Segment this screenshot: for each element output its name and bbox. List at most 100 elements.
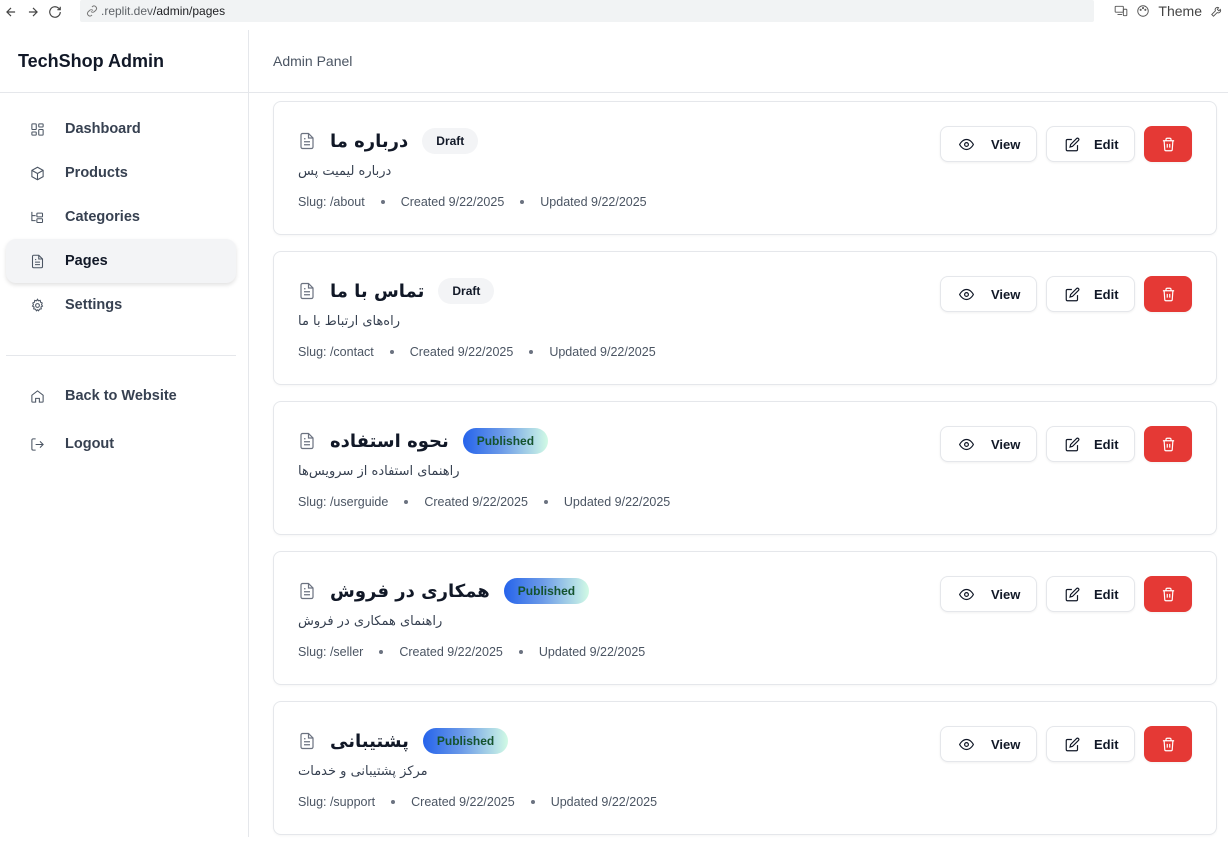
separator-dot	[520, 200, 525, 204]
delete-button[interactable]	[1144, 276, 1192, 312]
card-actions: View Edit	[940, 276, 1192, 312]
page-title: تماس با ما	[330, 280, 425, 302]
page-meta: Slug: /seller Created 9/22/2025 Updated …	[298, 645, 645, 659]
trash-icon	[1162, 287, 1174, 301]
sidebar-item-label: Logout	[65, 436, 115, 452]
edit-label: Edit	[1094, 736, 1119, 752]
sidebar-item-dashboard[interactable]: Dashboard	[6, 107, 236, 151]
status-badge: Published	[503, 578, 590, 604]
view-label: View	[991, 736, 1021, 752]
page-title: نحوه استفاده	[330, 430, 449, 452]
page-created: Created 9/22/2025	[424, 495, 528, 509]
header-title: Admin Panel	[273, 53, 353, 69]
trash-icon	[1162, 437, 1174, 451]
page-description: مرکز پشتیبانی و خدمات	[298, 764, 428, 779]
view-button[interactable]: View	[940, 726, 1037, 762]
reload-button[interactable]	[44, 1, 66, 23]
delete-button[interactable]	[1144, 726, 1192, 762]
page-created: Created 9/22/2025	[409, 345, 514, 359]
back-to-website-link[interactable]: Back to Website	[6, 372, 236, 420]
reload-icon	[49, 5, 61, 18]
sidebar-divider	[6, 355, 236, 356]
delete-button[interactable]	[1144, 576, 1192, 612]
edit-label: Edit	[1094, 136, 1119, 152]
view-label: View	[991, 286, 1021, 302]
view-button[interactable]: View	[940, 126, 1037, 162]
sidebar-item-pages[interactable]: Pages	[6, 239, 236, 283]
sidebar-item-label: Products	[65, 165, 128, 181]
page-slug: Slug: /about	[298, 195, 365, 209]
page-slug: Slug: /support	[298, 795, 376, 809]
page-description: راهنمای استفاده از سرویس‌ها	[298, 464, 460, 479]
separator-dot	[379, 650, 384, 654]
page-meta: Slug: /contact Created 9/22/2025 Updated…	[298, 345, 656, 359]
page-card: همکاری در فروش Published راهنمای همکاری …	[273, 551, 1217, 685]
sidebar-item-settings[interactable]: Settings	[6, 283, 236, 327]
logout-button[interactable]: Logout	[6, 420, 236, 468]
view-button[interactable]: View	[940, 576, 1037, 612]
card-actions: View Edit	[940, 126, 1192, 162]
wrench-icon[interactable]	[1210, 4, 1224, 18]
devices-icon[interactable]	[1114, 4, 1128, 18]
sidebar-item-label: Categories	[65, 209, 140, 225]
sidebar-item-products[interactable]: Products	[6, 151, 236, 195]
page-slug: Slug: /userguide	[298, 495, 389, 509]
delete-button[interactable]	[1144, 126, 1192, 162]
sidebar-item-categories[interactable]: Categories	[6, 195, 236, 239]
separator-dot	[530, 800, 535, 804]
edit-button[interactable]: Edit	[1046, 726, 1135, 762]
edit-icon	[1065, 437, 1080, 451]
delete-button[interactable]	[1144, 426, 1192, 462]
status-badge: Published	[462, 428, 549, 454]
page-updated: Updated 9/22/2025	[563, 495, 671, 509]
view-button[interactable]: View	[940, 426, 1037, 462]
page-meta: Slug: /support Created 9/22/2025 Updated…	[298, 795, 657, 809]
separator-dot	[389, 350, 394, 354]
edit-button[interactable]: Edit	[1046, 126, 1135, 162]
document-icon	[300, 282, 314, 300]
eye-icon	[959, 438, 974, 450]
document-icon	[300, 732, 314, 750]
folder-tree-icon	[31, 211, 44, 223]
edit-icon	[1065, 587, 1080, 601]
card-actions: View Edit	[940, 426, 1192, 462]
separator-dot	[391, 800, 396, 804]
edit-icon	[1065, 137, 1080, 151]
sidebar-item-label: Dashboard	[65, 121, 141, 137]
page-updated: Updated 9/22/2025	[550, 795, 658, 809]
url-host: .replit.dev	[101, 4, 154, 18]
eye-icon	[959, 288, 974, 300]
status-badge: Draft	[438, 278, 495, 304]
page-title: درباره ما	[330, 130, 409, 152]
edit-button[interactable]: Edit	[1046, 276, 1135, 312]
theme-button[interactable]: Theme	[1158, 3, 1202, 19]
address-bar[interactable]: .replit.dev/admin/pages	[80, 0, 1094, 22]
separator-dot	[518, 650, 523, 654]
document-icon	[300, 582, 314, 600]
view-button[interactable]: View	[940, 276, 1037, 312]
back-button[interactable]	[0, 1, 22, 23]
separator-dot	[543, 500, 548, 504]
main-content: Admin Panel درباره ما Draft درباره لیمیت…	[249, 30, 1228, 837]
sidebar: TechShop Admin Dashboard Products Catego…	[0, 30, 249, 837]
page-title: همکاری در فروش	[330, 580, 490, 602]
url-path: /admin/pages	[153, 4, 226, 18]
link-icon	[87, 5, 97, 17]
page-updated: Updated 9/22/2025	[538, 645, 646, 659]
view-label: View	[991, 436, 1021, 452]
pages-list: درباره ما Draft درباره لیمیت پس Slug: /a…	[273, 101, 1217, 851]
page-created: Created 9/22/2025	[399, 645, 503, 659]
page-title: پشتیبانی	[330, 730, 409, 752]
card-actions: View Edit	[940, 726, 1192, 762]
page-meta: Slug: /about Created 9/22/2025 Updated 9…	[298, 195, 647, 209]
page-description: راهنمای همکاری در فروش	[298, 614, 443, 629]
view-label: View	[991, 136, 1021, 152]
status-badge: Published	[422, 728, 509, 754]
page-slug: Slug: /seller	[298, 645, 364, 659]
edit-button[interactable]: Edit	[1046, 576, 1135, 612]
forward-button[interactable]	[22, 1, 44, 23]
eye-icon	[959, 588, 974, 600]
gear-icon	[31, 297, 44, 312]
edit-button[interactable]: Edit	[1046, 426, 1135, 462]
edit-label: Edit	[1094, 436, 1119, 452]
